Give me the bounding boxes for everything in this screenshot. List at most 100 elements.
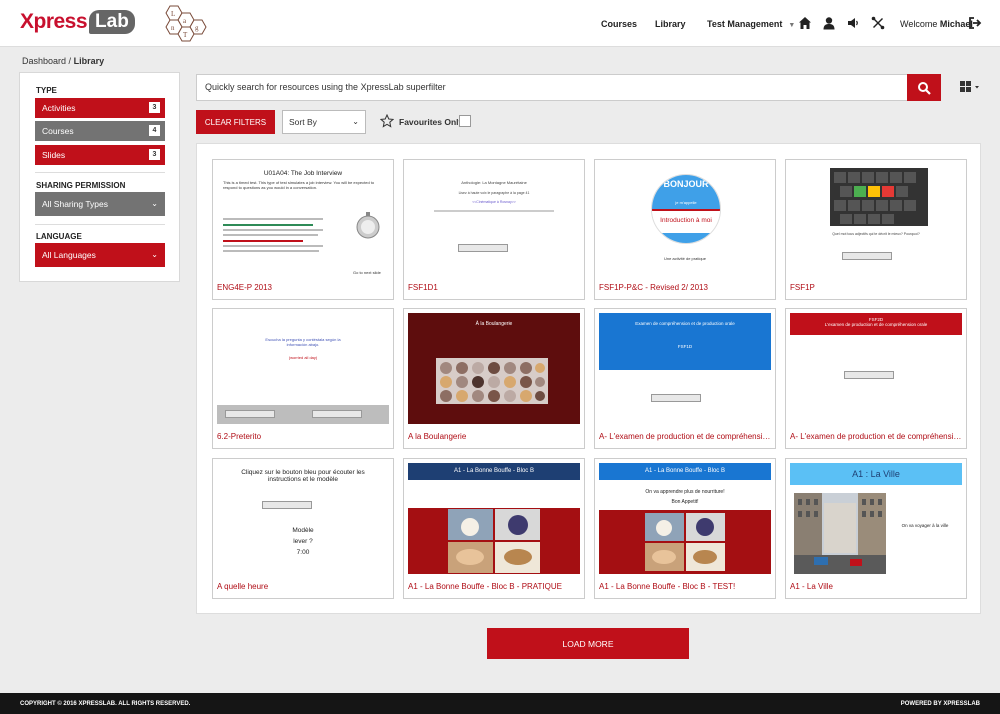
thumb-banner: FSF2D L'examen de production et de compr…: [790, 313, 962, 335]
resource-card[interactable]: Examen de compréhension et de production…: [594, 308, 776, 449]
xpresslab-logo[interactable]: Xpress Lab: [20, 10, 135, 34]
card-title[interactable]: FSF1D1: [408, 283, 583, 292]
audio-player: [651, 394, 701, 402]
nav-courses[interactable]: Courses: [601, 19, 637, 29]
card-title[interactable]: A- L'examen de production et de compréhe…: [599, 432, 774, 441]
thumb-heading: À la Boulangerie: [475, 321, 513, 327]
logo-text: Xpress: [20, 10, 88, 33]
card-thumbnail: À la Boulangerie: [408, 313, 580, 424]
thumb-text: Une activité de pratique: [663, 256, 707, 261]
resource-card[interactable]: A1 : La Ville On va voyager à la ville A…: [785, 458, 967, 599]
card-thumbnail: U01A04: The Job Interview This is a time…: [217, 164, 389, 275]
welcome-text: Welcome Michael: [900, 19, 973, 29]
load-more-button[interactable]: LOAD MORE: [487, 628, 689, 659]
footer: COPYRIGHT © 2016 XPRESSLAB. ALL RIGHTS R…: [0, 693, 1000, 714]
card-thumbnail: Cliquez sur le bouton bleu pour écouter …: [217, 463, 389, 574]
thumb-heading: Cliquez sur le bouton bleu pour écouter …: [241, 469, 365, 483]
resource-card[interactable]: A1 - La Bonne Bouffe - Bloc B On va appr…: [594, 458, 776, 599]
thumb-text: Modèle: [292, 527, 314, 534]
user-icon[interactable]: [822, 16, 836, 30]
pastries-image: [436, 358, 548, 404]
card-title[interactable]: FSF1P-P&C - Revised 2/ 2013: [599, 283, 774, 292]
type-filter-slides[interactable]: Slides 3: [35, 145, 165, 165]
sharing-type-value: All Sharing Types: [42, 199, 108, 209]
welcome-prefix: Welcome: [900, 19, 938, 29]
breadcrumb-current: Library: [73, 56, 105, 66]
next-slide-link: Go to next slide: [353, 270, 381, 275]
grid-view-toggle-icon[interactable]: [958, 78, 982, 96]
resource-card[interactable]: Anthologie: La Montagne Maurétaine Lisez…: [403, 159, 585, 300]
thumb-line: [434, 210, 554, 212]
nav-test-management[interactable]: Test Management ▼: [707, 19, 795, 29]
logout-icon[interactable]: [968, 16, 982, 30]
chevron-down-icon: ⌄: [151, 199, 158, 208]
card-thumbnail: A1 - La Bonne Bouffe - Bloc B On va appr…: [599, 463, 771, 574]
card-title[interactable]: A1 - La Bonne Bouffe - Bloc B - PRATIQUE: [408, 582, 583, 591]
resource-card[interactable]: Escucha la pregunta y contéstala según l…: [212, 308, 394, 449]
thumb-text: This is a timed test. This type of test …: [223, 180, 375, 190]
langtest-logo: L a n g T: [165, 5, 207, 42]
thumb-sub: FSF1D: [677, 344, 693, 349]
results-panel: U01A04: The Job Interview This is a time…: [196, 143, 981, 614]
svg-text:g: g: [195, 24, 199, 32]
type-filter-label: Activities: [42, 103, 76, 113]
home-icon[interactable]: [798, 16, 812, 30]
svg-text:T: T: [183, 31, 188, 39]
card-title[interactable]: ENG4E-P 2013: [217, 283, 392, 292]
sharing-type-select[interactable]: All Sharing Types ⌄: [35, 192, 165, 216]
food-image: [645, 513, 725, 571]
card-title[interactable]: FSF1P: [790, 283, 965, 292]
tools-icon[interactable]: [871, 16, 885, 30]
speaker-icon[interactable]: [846, 16, 860, 30]
divider: [35, 224, 165, 225]
breadcrumb-dashboard[interactable]: Dashboard: [22, 56, 66, 66]
audio-player: [225, 410, 275, 418]
resource-card[interactable]: Quel mot tous adjectifs qui te décrit le…: [785, 159, 967, 300]
resource-card[interactable]: À la Boulangerie A la Boulangerie: [403, 308, 585, 449]
sort-by-value: Sort By: [289, 117, 317, 127]
bonjour-badge: BONJOUR je m'appelle Introduction à moi: [651, 174, 721, 244]
thumb-sub: (worried all day): [288, 355, 318, 360]
nav-library[interactable]: Library: [655, 19, 686, 29]
resource-card[interactable]: Cliquez sur le bouton bleu pour écouter …: [212, 458, 394, 599]
card-title[interactable]: A1 - La Ville: [790, 582, 965, 591]
thumb-sub: L'examen de production et de compréhensi…: [824, 322, 928, 327]
thumb-text: On va voyager à la ville: [901, 523, 949, 528]
clear-filters-button[interactable]: CLEAR FILTERS: [196, 110, 275, 134]
thumb-heading: A1 - La Bonne Bouffe - Bloc B: [599, 463, 771, 480]
filter-sidebar: TYPE Activities 3 Courses 4 Slides 3 SHA…: [19, 72, 180, 282]
resource-card[interactable]: A1 - La Bonne Bouffe - Bloc B A1 - La Bo…: [403, 458, 585, 599]
resource-card[interactable]: BONJOUR je m'appelle Introduction à moi …: [594, 159, 776, 300]
resource-card[interactable]: U01A04: The Job Interview This is a time…: [212, 159, 394, 300]
type-filter-courses[interactable]: Courses 4: [35, 121, 165, 141]
type-filter-activities[interactable]: Activities 3: [35, 98, 165, 118]
divider: [35, 172, 165, 173]
card-title[interactable]: A1 - La Bonne Bouffe - Bloc B - TEST!: [599, 582, 774, 591]
thumb-heading: Escucha la pregunta y contéstala según l…: [265, 337, 341, 347]
card-title[interactable]: 6.2-Preterito: [217, 432, 392, 441]
superfilter-search-input[interactable]: Quickly search for resources using the X…: [196, 74, 908, 101]
star-icon: [380, 114, 394, 128]
logo-lab-badge: Lab: [89, 10, 135, 34]
search-button[interactable]: [907, 74, 941, 101]
audio-player: [262, 501, 312, 509]
chevron-down-icon: ⌄: [352, 117, 359, 126]
language-select[interactable]: All Languages ⌄: [35, 243, 165, 267]
thumb-link: <<Cinématique à Rosnay>>: [472, 200, 516, 204]
favourites-only-checkbox[interactable]: [459, 115, 471, 127]
svg-text:n: n: [171, 24, 175, 32]
card-thumbnail: Anthologie: La Montagne Maurétaine Lisez…: [408, 164, 580, 275]
search-icon: [918, 81, 931, 95]
resource-card[interactable]: FSF2D L'examen de production et de compr…: [785, 308, 967, 449]
card-thumbnail: Escucha la pregunta y contéstala según l…: [217, 313, 389, 424]
breadcrumb-separator: /: [68, 56, 72, 66]
card-title[interactable]: A la Boulangerie: [408, 432, 583, 441]
card-title[interactable]: A- L'examen de production et de compréhe…: [790, 432, 965, 441]
thumb-heading: A1 : La Ville: [790, 463, 962, 485]
language-value: All Languages: [42, 250, 96, 260]
card-title[interactable]: A quelle heure: [217, 582, 392, 591]
thumb-heading: U01A04: The Job Interview: [263, 170, 343, 177]
thumb-heading: A1 - La Bonne Bouffe - Bloc B: [408, 463, 580, 480]
sort-by-select[interactable]: Sort By ⌄: [282, 110, 366, 134]
thumb-instructions: [223, 214, 335, 254]
